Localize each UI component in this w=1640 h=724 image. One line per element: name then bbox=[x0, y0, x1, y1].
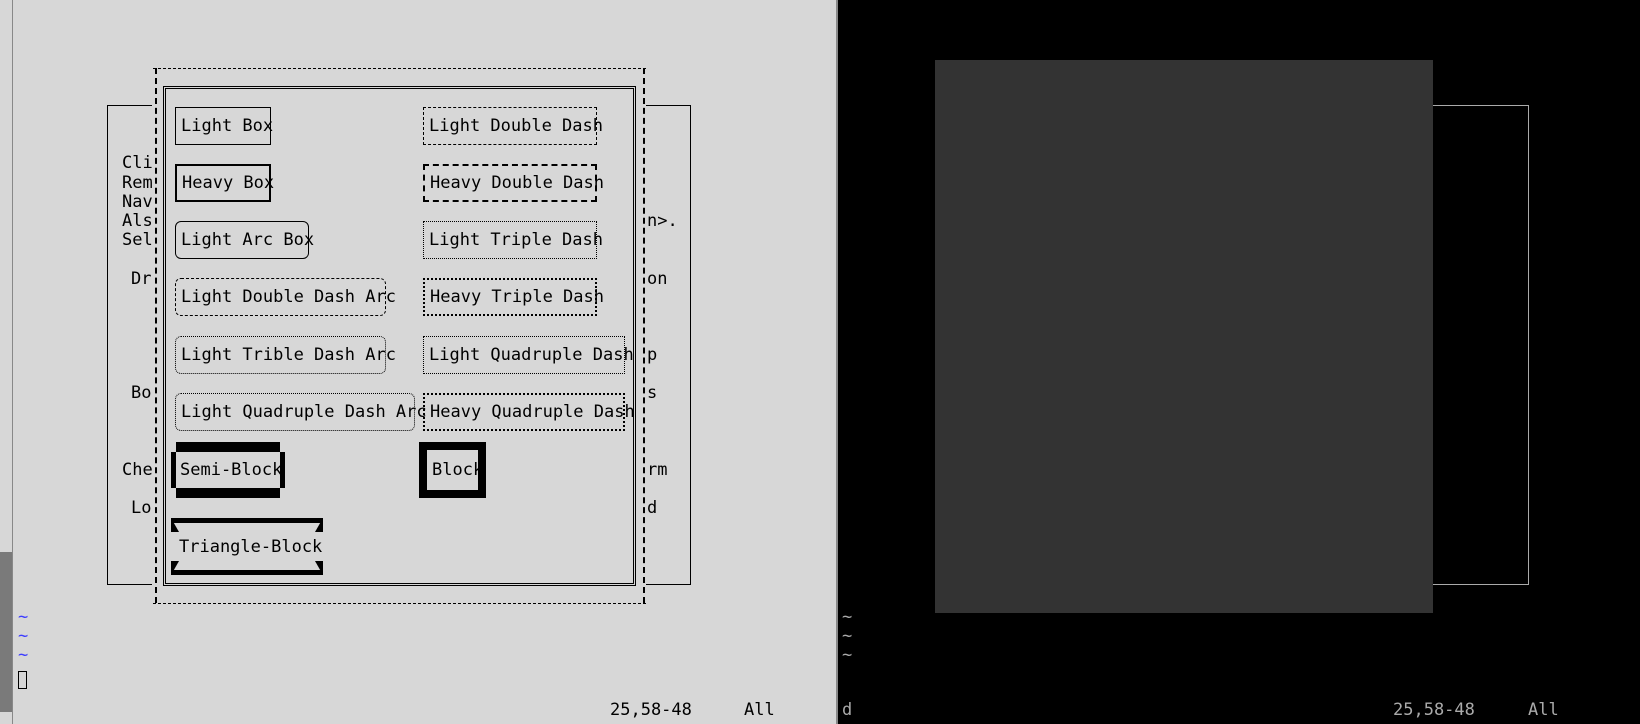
light-popup-dashed-border-left bbox=[155, 68, 157, 603]
dark-tilde-1: ~ bbox=[842, 626, 853, 646]
light-background-text-right-3: s bbox=[647, 383, 658, 403]
dark-tilde-2: ~ bbox=[842, 645, 853, 665]
light-triangle-bl bbox=[171, 561, 179, 575]
light-background-text-left-4: Sel bbox=[122, 230, 153, 250]
dark-tilde-0: ~ bbox=[842, 607, 853, 627]
light-box-triangle-block[interactable]: Triangle-Block bbox=[171, 518, 323, 575]
light-popup-dashed-border-right bbox=[643, 68, 645, 603]
left-scroll-thumb[interactable] bbox=[0, 552, 12, 712]
light-background-text-left-6: Bo bbox=[131, 383, 152, 403]
light-semi-block-left-bar bbox=[171, 452, 176, 488]
light-tilde-0: ~ bbox=[18, 607, 29, 627]
left-status-position: 25,58-48 bbox=[610, 700, 692, 720]
light-semi-block-top-bar bbox=[176, 442, 280, 452]
light-background-text-left-8: Lo bbox=[131, 498, 152, 518]
light-background-text-right-2: p bbox=[647, 345, 658, 365]
light-box-light-quadruple-dash-arc[interactable]: Light Quadruple Dash Arc bbox=[175, 393, 427, 431]
light-triangle-br bbox=[315, 561, 323, 575]
light-background-text-left-1: Rem bbox=[122, 173, 153, 193]
light-box-light-box[interactable]: Light Box bbox=[175, 107, 273, 145]
left-status-scroll: All bbox=[744, 700, 775, 720]
light-semi-block-bottom-bar bbox=[176, 488, 280, 498]
right-status-scroll: All bbox=[1528, 700, 1559, 720]
light-popup-dashed-border-top bbox=[153, 68, 646, 69]
light-box-light-triple-dash[interactable]: Light Triple Dash bbox=[423, 221, 603, 259]
light-background-text-right-5: d bbox=[647, 498, 658, 518]
right-status-position: 25,58-48 bbox=[1393, 700, 1475, 720]
light-background-text-right-4: rm bbox=[647, 460, 668, 480]
light-background-text-left-2: Nav bbox=[122, 192, 153, 212]
light-box-heavy-triple-dash[interactable]: Heavy Triple Dash bbox=[423, 278, 604, 316]
right-status-lead: d bbox=[842, 700, 853, 720]
left-cursor bbox=[18, 671, 27, 689]
light-triangle-tl bbox=[171, 518, 179, 532]
light-box-light-arc-box[interactable]: Light Arc Box bbox=[175, 221, 314, 259]
right-pane-dark-theme[interactable]: CliRemNavAlsSelDrBoCheLon>.onpsrmdLight … bbox=[838, 0, 1640, 724]
light-background-text-left-5: Dr bbox=[131, 269, 152, 289]
light-box-block[interactable]: Block bbox=[419, 442, 486, 498]
light-background-text-left-3: Als bbox=[122, 211, 153, 231]
dark-popup-panel bbox=[935, 60, 1433, 613]
light-tilde-2: ~ bbox=[18, 645, 29, 665]
light-box-heavy-box[interactable]: Heavy Box bbox=[175, 164, 274, 202]
left-pane-light-theme[interactable]: Cli Rem Nav Als Sel Dr Bo Che Lo n>. on p s rm d Light … bbox=[0, 0, 836, 724]
light-box-heavy-quadruple-dash[interactable]: Heavy Quadruple Dash bbox=[423, 393, 635, 431]
light-background-text-left-7: Che bbox=[122, 460, 153, 480]
light-background-text-right-1: on bbox=[647, 269, 668, 289]
light-tilde-1: ~ bbox=[18, 626, 29, 646]
light-box-light-quadruple-dash[interactable]: Light Quadruple Dash bbox=[423, 336, 634, 374]
light-box-heavy-double-dash[interactable]: Heavy Double Dash bbox=[423, 164, 604, 202]
pane-divider bbox=[836, 0, 838, 724]
light-box-light-double-dash-arc[interactable]: Light Double Dash Arc bbox=[175, 278, 396, 316]
light-popup-dashed-border-bottom bbox=[153, 603, 646, 604]
light-box-light-trible-dash-arc[interactable]: Light Trible Dash Arc bbox=[175, 336, 396, 374]
light-semi-block-right-bar bbox=[280, 452, 285, 488]
light-box-light-double-dash[interactable]: Light Double Dash bbox=[423, 107, 603, 145]
light-background-text-left-0: Cli bbox=[122, 153, 153, 173]
light-background-text-right-0: n>. bbox=[647, 211, 678, 231]
light-triangle-tr bbox=[315, 518, 323, 532]
